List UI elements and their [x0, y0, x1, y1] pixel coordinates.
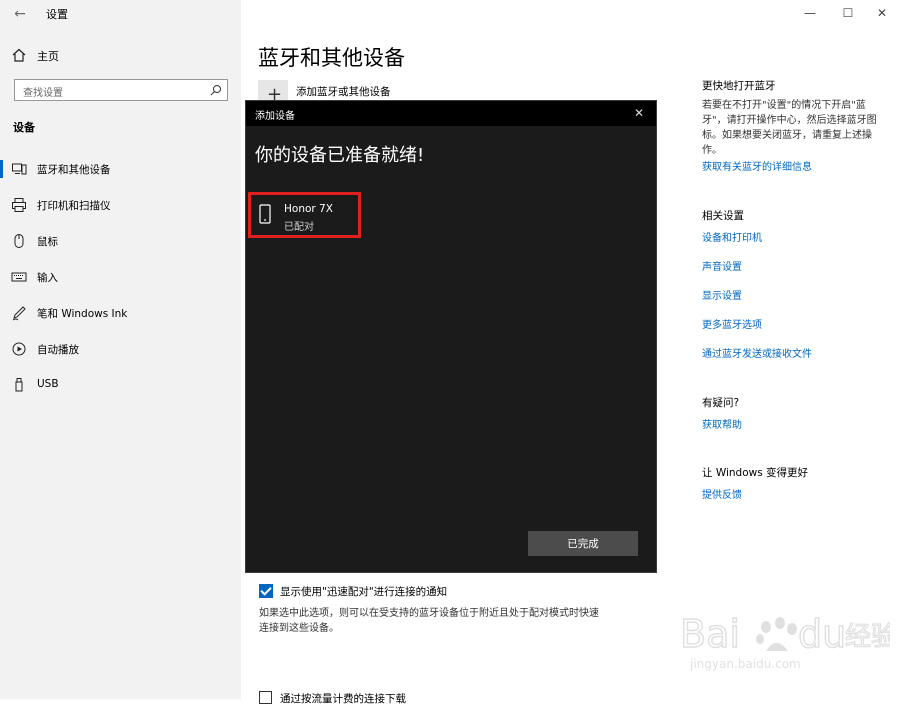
sound-settings-link[interactable]: 声音设置 [702, 258, 742, 273]
pen-icon [12, 306, 26, 321]
printer-icon [12, 198, 26, 212]
svg-text:du: du [798, 612, 846, 656]
home-icon [12, 48, 26, 62]
sidebar-item-bluetooth[interactable]: 蓝牙和其他设备 [0, 157, 241, 181]
back-arrow-icon: ← [14, 6, 26, 22]
swift-pair-description: 如果选中此选项，则可以在受支持的蓝牙设备位于附近且处于配对模式时快速连接到这些设… [259, 608, 599, 634]
sidebar-item-label: 鼠标 [37, 236, 58, 248]
sidebar-section-title: 设备 [13, 121, 35, 134]
sidebar-item-usb[interactable]: USB [0, 373, 241, 397]
metered-checkbox[interactable] [259, 691, 272, 704]
nav-home[interactable]: 主页 [0, 44, 241, 66]
titlebar-left: ← 设置 [0, 0, 241, 28]
device-status: 已配对 [284, 222, 314, 233]
back-button[interactable]: ← [10, 5, 30, 23]
keyboard-icon [11, 272, 27, 282]
sidebar-item-label: 自动播放 [37, 344, 79, 356]
nav-home-label: 主页 [37, 50, 59, 63]
sidebar-item-typing[interactable]: 输入 [0, 265, 241, 289]
mouse-icon [14, 234, 24, 248]
bluetooth-info-link[interactable]: 获取有关蓝牙的详细信息 [702, 158, 812, 173]
dialog-close-button[interactable]: ✕ [632, 106, 646, 120]
sidebar-item-label: USB [37, 378, 59, 390]
dialog-titlebar: 添加设备 ✕ [246, 101, 656, 126]
add-device-dialog: 添加设备 ✕ 你的设备已准备就绪! Honor 7X 已配对 已完成 [245, 100, 657, 573]
baidu-watermark: Bai du 经验 jingyan.baidu.com [670, 605, 897, 685]
display-settings-link[interactable]: 显示设置 [702, 287, 742, 302]
close-button[interactable]: ✕ [872, 4, 892, 22]
more-bluetooth-options-link[interactable]: 更多蓝牙选项 [702, 316, 762, 331]
maximize-button[interactable]: ☐ [838, 4, 858, 22]
sidebar-item-printers[interactable]: 打印机和扫描仪 [0, 193, 241, 217]
add-device-label: 添加蓝牙或其他设备 [296, 86, 391, 98]
sidebar-item-pen[interactable]: 笔和 Windows Ink [0, 301, 241, 325]
sidebar-item-autoplay[interactable]: 自动播放 [0, 337, 241, 361]
sidebar: ← 设置 主页 查找设置 设备 蓝牙和其他设备 打印机和扫描仪 鼠标 输入 笔和… [0, 0, 241, 699]
sidebar-item-label: 笔和 Windows Ink [37, 308, 128, 320]
page-title: 蓝牙和其他设备 [258, 46, 405, 70]
svg-text:Bai: Bai [680, 612, 740, 656]
done-button[interactable]: 已完成 [528, 531, 638, 556]
svg-text:经验: 经验 [845, 622, 890, 652]
dialog-heading: 你的设备已准备就绪! [255, 145, 425, 166]
get-help-link[interactable]: 获取帮助 [702, 416, 742, 431]
bluetooth-devices-icon [12, 163, 27, 175]
search-input[interactable]: 查找设置 [14, 79, 228, 101]
usb-icon [15, 378, 23, 392]
sidebar-item-label: 输入 [37, 272, 58, 284]
quick-bluetooth-desc: 若要在不打开"设置"的情况下开启"蓝牙"，请打开操作中心，然后选择蓝牙图标。如果… [702, 100, 877, 156]
phone-icon [259, 204, 271, 224]
app-title: 设置 [46, 8, 68, 21]
devices-printers-link[interactable]: 设备和打印机 [702, 229, 762, 244]
dialog-title: 添加设备 [255, 111, 295, 122]
search-icon [210, 85, 221, 96]
sidebar-item-label: 打印机和扫描仪 [37, 200, 111, 212]
quick-bluetooth-heading: 更快地打开蓝牙 [702, 80, 776, 92]
search-placeholder: 查找设置 [23, 88, 63, 99]
sidebar-item-label: 蓝牙和其他设备 [37, 164, 111, 176]
device-name: Honor 7X [284, 203, 333, 215]
baidu-logo: Bai du 经验 [679, 611, 897, 657]
question-heading: 有疑问? [702, 397, 740, 409]
better-windows-heading: 让 Windows 变得更好 [702, 467, 809, 479]
autoplay-icon [12, 342, 26, 356]
swift-pair-label: 显示使用"迅速配对"进行连接的通知 [280, 586, 448, 598]
feedback-link[interactable]: 提供反馈 [702, 486, 742, 501]
sidebar-item-mouse[interactable]: 鼠标 [0, 229, 241, 253]
bluetooth-file-transfer-link[interactable]: 通过蓝牙发送或接收文件 [702, 345, 812, 360]
minimize-button[interactable]: — [800, 4, 820, 22]
swift-pair-checkbox[interactable] [259, 584, 273, 598]
paired-device-item[interactable]: Honor 7X 已配对 [248, 192, 361, 238]
related-settings-heading: 相关设置 [702, 210, 744, 222]
watermark-url: jingyan.baidu.com [690, 657, 801, 671]
